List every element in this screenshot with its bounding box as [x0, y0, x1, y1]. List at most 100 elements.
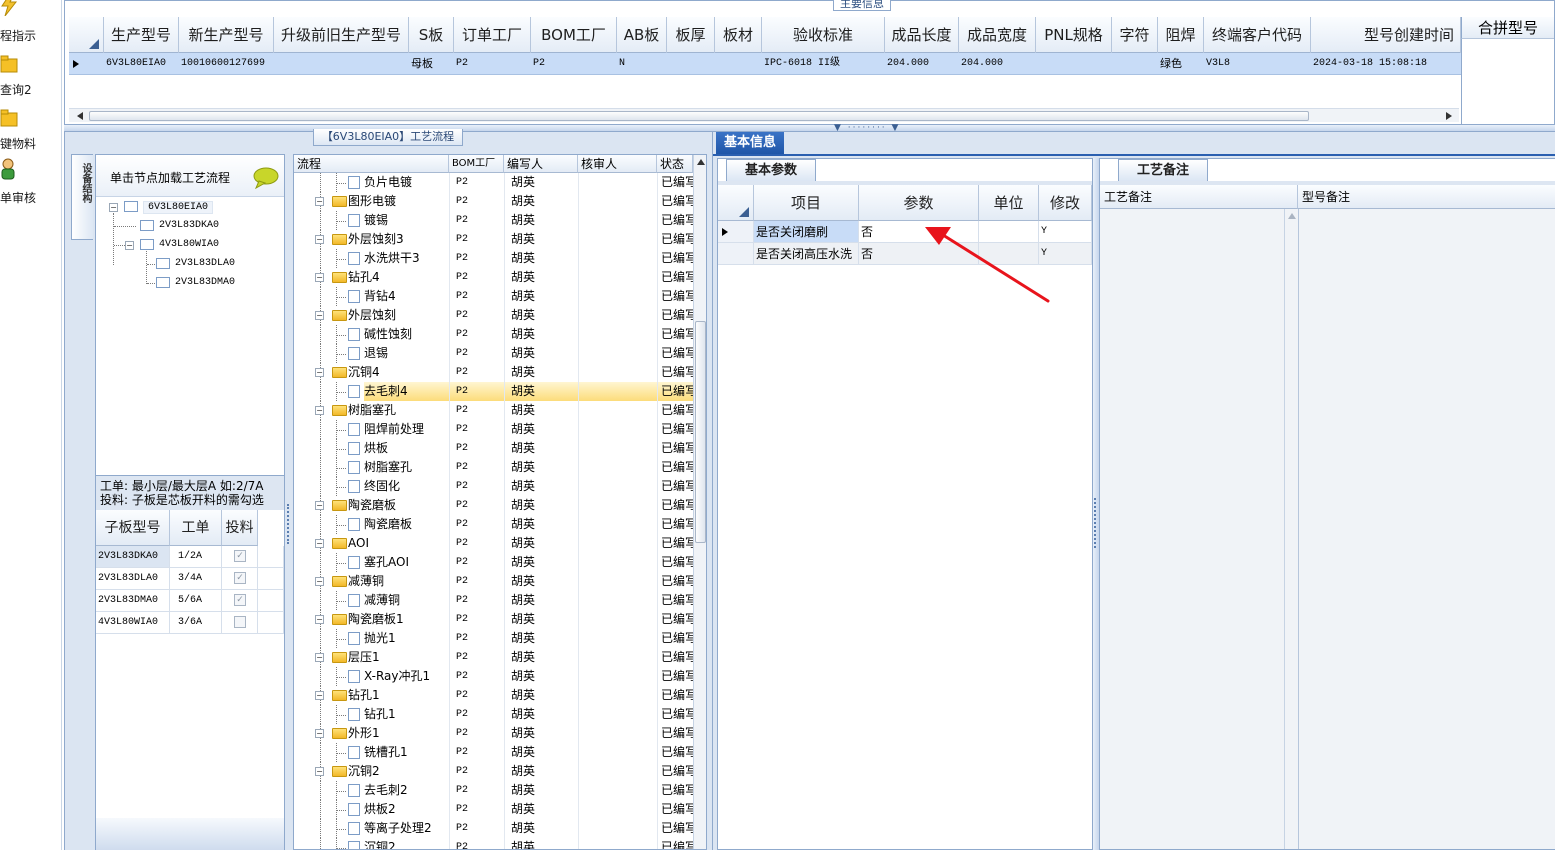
- flow-writer[interactable]: 胡英: [504, 819, 578, 838]
- flow-step-name[interactable]: 沉铜2: [348, 762, 449, 781]
- flow-bom[interactable]: P2: [449, 686, 504, 705]
- flow-reviewer[interactable]: [578, 306, 657, 325]
- col-header[interactable]: 参数: [859, 185, 979, 221]
- flow-reviewer[interactable]: [578, 477, 657, 496]
- col-header[interactable]: 流程: [294, 155, 449, 173]
- flow-bom[interactable]: P2: [449, 439, 504, 458]
- tab-basic-params[interactable]: 基本参数: [726, 159, 816, 181]
- flow-reviewer[interactable]: [578, 762, 657, 781]
- flow-row[interactable]: − AOIP2胡英 已编写: [294, 534, 704, 553]
- flow-step-name[interactable]: 铣槽孔1: [364, 743, 449, 762]
- flow-status[interactable]: 已编写: [657, 591, 693, 610]
- flow-step-name[interactable]: 层压1: [348, 648, 449, 667]
- collapse-icon[interactable]: −: [315, 406, 324, 415]
- flow-row[interactable]: − 外层蚀刻P2胡英 已编写: [294, 306, 704, 325]
- cell[interactable]: 2024-03-18 15:08:18: [1311, 53, 1461, 75]
- flow-reviewer[interactable]: [578, 420, 657, 439]
- model-remark-textarea[interactable]: [1298, 209, 1555, 849]
- flow-row[interactable]: − 钻孔1P2胡英 已编写: [294, 686, 704, 705]
- cell[interactable]: [274, 53, 409, 75]
- flow-bom[interactable]: P2: [449, 648, 504, 667]
- flow-bom[interactable]: P2: [449, 173, 504, 192]
- cell-model[interactable]: 4V3L80WIA0: [96, 612, 170, 634]
- table-row[interactable]: 2V3L83DLA0 3/4A ✓: [96, 568, 284, 590]
- flow-step-name[interactable]: 钻孔4: [348, 268, 449, 287]
- flow-bom[interactable]: P2: [449, 287, 504, 306]
- col-header[interactable]: 字符: [1112, 17, 1158, 53]
- flow-step-name[interactable]: 陶瓷磨板: [364, 515, 449, 534]
- flow-step-name[interactable]: 抛光1: [364, 629, 449, 648]
- arrow-left-icon[interactable]: [77, 112, 83, 120]
- cell[interactable]: [667, 53, 715, 75]
- flow-writer[interactable]: 胡英: [504, 800, 578, 819]
- flow-reviewer[interactable]: [578, 344, 657, 363]
- flow-reviewer[interactable]: [578, 572, 657, 591]
- flow-writer[interactable]: 胡英: [504, 325, 578, 344]
- flow-writer[interactable]: 胡英: [504, 724, 578, 743]
- cell[interactable]: [715, 53, 762, 75]
- flow-step-name[interactable]: 塞孔AOI: [364, 553, 449, 572]
- flow-bom[interactable]: P2: [449, 800, 504, 819]
- collapse-icon[interactable]: −: [315, 653, 324, 662]
- flow-reviewer[interactable]: [578, 743, 657, 762]
- flow-status[interactable]: 已编写: [657, 211, 693, 230]
- scrollbar-thumb[interactable]: [89, 111, 1309, 121]
- flow-bom[interactable]: P2: [449, 743, 504, 762]
- flow-bom[interactable]: P2: [449, 192, 504, 211]
- flow-status[interactable]: 已编写: [657, 306, 693, 325]
- col-header[interactable]: 成品宽度: [959, 17, 1036, 53]
- flow-row[interactable]: 退锡P2胡英 已编写: [294, 344, 704, 363]
- flow-writer[interactable]: 胡英: [504, 268, 578, 287]
- cell-model[interactable]: 2V3L83DKA0: [96, 546, 170, 568]
- flow-bom[interactable]: P2: [449, 838, 504, 849]
- flow-reviewer[interactable]: [578, 496, 657, 515]
- flow-writer[interactable]: 胡英: [504, 686, 578, 705]
- flow-step-name[interactable]: 外层蚀刻: [348, 306, 449, 325]
- flow-step-name[interactable]: 钻孔1: [348, 686, 449, 705]
- flow-status[interactable]: 已编写: [657, 648, 693, 667]
- flow-status[interactable]: 已编写: [657, 572, 693, 591]
- flow-status[interactable]: 已编写: [657, 838, 693, 849]
- flow-writer[interactable]: 胡英: [504, 439, 578, 458]
- flow-bom[interactable]: P2: [449, 705, 504, 724]
- flow-status[interactable]: 已编写: [657, 496, 693, 515]
- flow-reviewer[interactable]: [578, 648, 657, 667]
- flow-status[interactable]: 已编写: [657, 458, 693, 477]
- flow-writer[interactable]: 胡英: [504, 477, 578, 496]
- collapse-icon[interactable]: −: [315, 767, 324, 776]
- flow-step-name[interactable]: 终固化: [364, 477, 449, 496]
- horizontal-splitter[interactable]: ▼ ········ ▼: [64, 123, 1555, 133]
- cell-order[interactable]: 3/6A: [170, 612, 222, 634]
- flow-row[interactable]: 水洗烘干3P2胡英 已编写: [294, 249, 704, 268]
- col-header[interactable]: BOM工厂: [531, 17, 617, 53]
- flow-step-name[interactable]: 减薄铜: [364, 591, 449, 610]
- row-selector[interactable]: [718, 243, 754, 265]
- flow-bom[interactable]: P2: [449, 515, 504, 534]
- cell[interactable]: 204.000: [959, 53, 1036, 75]
- flow-writer[interactable]: 胡英: [504, 591, 578, 610]
- tab-process-remark[interactable]: 工艺备注: [1118, 159, 1208, 181]
- flow-writer[interactable]: 胡英: [504, 629, 578, 648]
- col-header[interactable]: 升级前旧生产型号: [274, 17, 409, 53]
- flow-reviewer[interactable]: [578, 724, 657, 743]
- col-header[interactable]: 项目: [754, 185, 859, 221]
- col-header[interactable]: BOM工厂: [449, 155, 504, 173]
- flow-status[interactable]: 已编写: [657, 686, 693, 705]
- flow-reviewer[interactable]: [578, 838, 657, 849]
- flow-status[interactable]: 已编写: [657, 477, 693, 496]
- flow-step-name[interactable]: 等离子处理2: [364, 819, 449, 838]
- table-row[interactable]: 6V3L80EIA0 10010600127699 母板 P2 P2 N IPC…: [69, 53, 1461, 75]
- flow-step-name[interactable]: 背钻4: [364, 287, 449, 306]
- collapse-icon[interactable]: −: [315, 691, 324, 700]
- tree-node[interactable]: 2V3L83DLA0: [175, 258, 235, 269]
- flow-writer[interactable]: 胡英: [504, 458, 578, 477]
- collapse-icon[interactable]: −: [315, 273, 324, 282]
- col-header[interactable]: 核审人: [578, 155, 657, 173]
- flow-step-name[interactable]: 烘板2: [364, 800, 449, 819]
- cell[interactable]: 母板: [409, 53, 454, 75]
- splitter-grip-icon[interactable]: [287, 504, 291, 544]
- flow-row[interactable]: − 沉铜4P2胡英 已编写: [294, 363, 704, 382]
- col-header[interactable]: 投料: [222, 510, 258, 546]
- flow-status[interactable]: 已编写: [657, 439, 693, 458]
- flow-reviewer[interactable]: [578, 439, 657, 458]
